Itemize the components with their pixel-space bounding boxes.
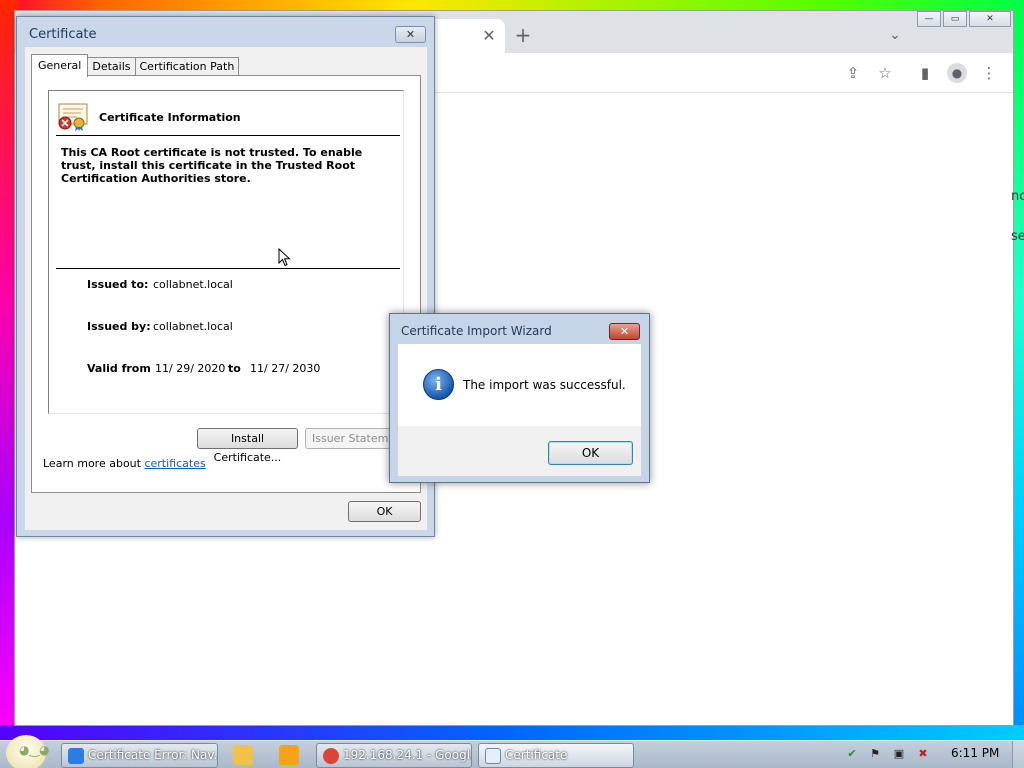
- window-controls: — ▭ ✕: [917, 11, 1013, 29]
- media-player-icon[interactable]: [279, 745, 299, 765]
- dialog-title: Certificate: [29, 27, 97, 42]
- information-icon: i: [423, 369, 454, 400]
- success-message: The import was successful.: [463, 378, 626, 392]
- taskbar-item-label: Certificate Error: Nav...: [88, 748, 218, 762]
- trust-warning-text: This CA Root certificate is not trusted.…: [61, 146, 363, 185]
- share-icon[interactable]: ⇪: [843, 63, 863, 83]
- message-area: i The import was successful.: [398, 344, 641, 426]
- tab-general[interactable]: General: [31, 54, 89, 77]
- page-text-fragment: no: [1011, 189, 1024, 204]
- start-button[interactable]: ◕‿◕: [6, 735, 50, 768]
- dialog-close-button[interactable]: ✕: [395, 26, 426, 43]
- bookmark-star-icon[interactable]: ☆: [875, 63, 895, 83]
- taskbar-item-label: 192.168.24.1 - Googl...: [343, 748, 472, 762]
- close-button[interactable]: ✕: [969, 11, 1011, 27]
- flag-icon[interactable]: ⚑: [868, 747, 882, 761]
- restore-button[interactable]: ▭: [943, 11, 967, 27]
- issued-to-value: collabnet.local: [153, 278, 233, 291]
- ok-button[interactable]: OK: [348, 501, 421, 522]
- profile-icon[interactable]: ●: [947, 63, 967, 83]
- dialog-close-button[interactable]: ✕: [609, 323, 640, 340]
- menu-kebab-icon[interactable]: ⋮: [979, 63, 999, 83]
- install-certificate-button[interactable]: Install Certificate...: [197, 428, 298, 464]
- valid-to-value: 11/ 27/ 2030: [250, 362, 321, 375]
- taskbar-item-certificate[interactable]: Certificate: [478, 743, 634, 768]
- tab-strip: General Details Certification Path: [31, 54, 240, 77]
- learn-more-prefix: Learn more about: [43, 457, 141, 470]
- tab-close-icon[interactable]: ✕: [479, 26, 499, 46]
- divider: [56, 135, 400, 136]
- certificates-link[interactable]: certificates: [144, 457, 205, 470]
- info-heading: Certificate Information: [99, 111, 241, 124]
- ie-icon: [68, 748, 84, 764]
- show-desktop-button[interactable]: [1012, 741, 1024, 768]
- certificate-info-box: Certificate Information This CA Root cer…: [48, 90, 404, 414]
- minimize-button[interactable]: —: [917, 11, 941, 27]
- side-panel-icon[interactable]: ▮: [915, 63, 935, 83]
- taskbar-item-label: Certificate: [505, 748, 568, 762]
- document-icon: [485, 748, 501, 764]
- folder-icon[interactable]: [233, 745, 253, 765]
- system-clock[interactable]: 6:11 PM: [951, 746, 999, 760]
- shield-icon[interactable]: ✔: [845, 747, 859, 761]
- taskbar-item-chrome[interactable]: 192.168.24.1 - Googl...: [316, 743, 472, 768]
- dialog-title: Certificate Import Wizard: [401, 324, 552, 338]
- ok-button[interactable]: OK: [548, 441, 633, 465]
- tab-search-icon[interactable]: ⌄: [885, 25, 905, 45]
- taskbar: ◕‿◕ Certificate Error: Nav... 192.168.24…: [0, 735, 1024, 768]
- valid-from-value: 11/ 29/ 2020: [155, 362, 226, 375]
- learn-more-text: Learn more about certificates: [43, 457, 206, 470]
- tab-certification-path[interactable]: Certification Path: [134, 57, 240, 76]
- network-icon[interactable]: ▣: [892, 747, 906, 761]
- valid-to-label: to: [228, 362, 241, 375]
- valid-from-label: Valid from: [87, 362, 151, 375]
- mouse-cursor-icon: [278, 248, 291, 267]
- tab-details[interactable]: Details: [87, 57, 136, 76]
- import-wizard-dialog: Certificate Import Wizard ✕ i The import…: [389, 313, 650, 483]
- desktop-edge-bottom: [0, 725, 1024, 740]
- page-text-fragment: se: [1011, 229, 1024, 244]
- issued-by-label: Issued by:: [87, 320, 151, 333]
- new-tab-button[interactable]: +: [513, 25, 533, 45]
- chrome-icon: [323, 748, 339, 764]
- issued-to-label: Issued to:: [87, 278, 149, 291]
- taskbar-item-ie[interactable]: Certificate Error: Nav...: [61, 743, 218, 768]
- general-tab-panel: Certificate Information This CA Root cer…: [31, 75, 421, 493]
- certificate-dialog: Certificate ✕ General Details Certificat…: [16, 16, 435, 537]
- certificate-error-icon: [58, 103, 88, 131]
- issued-by-value: collabnet.local: [153, 320, 233, 333]
- dialog-body: General Details Certification Path Certi…: [25, 47, 427, 530]
- start-logo-icon: ◕‿◕: [19, 743, 50, 757]
- dialog-body: i The import was successful. OK: [398, 344, 641, 476]
- divider: [56, 268, 400, 269]
- volume-muted-icon[interactable]: ✖: [916, 747, 930, 761]
